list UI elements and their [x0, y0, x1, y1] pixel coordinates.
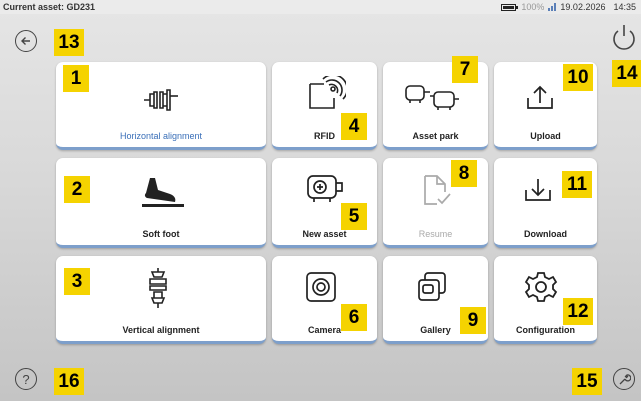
status-bar: Current asset: GD231 100% 19.02.2026 14:…: [0, 0, 641, 14]
rfid-icon: [309, 76, 346, 109]
badge-13: 13: [54, 29, 84, 56]
back-arrow-icon: [21, 37, 30, 45]
badge-14: 14: [612, 60, 641, 87]
tile-label: Resume: [418, 229, 453, 239]
current-asset-label: Current asset: GD231: [3, 2, 96, 12]
tile-label: Asset park: [412, 131, 459, 141]
download-icon: [525, 179, 551, 201]
date-label: 19.02.2026: [560, 2, 606, 12]
camera-icon: [306, 272, 336, 302]
badge-1: 1: [63, 65, 89, 92]
time-label: 14:35: [613, 2, 636, 12]
badge-16: 16: [54, 368, 84, 395]
new-asset-icon: [307, 175, 343, 202]
help-icon: ?: [22, 371, 30, 387]
badge-11: 11: [562, 171, 592, 198]
tile-label: Upload: [530, 131, 561, 141]
back-button[interactable]: [15, 30, 37, 52]
battery-icon: [501, 3, 519, 11]
tools-button[interactable]: [613, 368, 635, 390]
badge-15: 15: [572, 368, 602, 395]
tile-label: Download: [524, 229, 567, 239]
vertical-alignment-icon: [149, 268, 167, 308]
tile-soft-foot[interactable]: Soft foot: [56, 158, 266, 248]
tile-label: Horizontal alignment: [119, 131, 203, 141]
signal-icon: [548, 3, 557, 11]
badge-4: 4: [341, 113, 367, 140]
badge-8: 8: [451, 160, 477, 187]
status-indicators: 100% 19.02.2026 14:35: [501, 2, 636, 12]
badge-5: 5: [341, 203, 367, 230]
gallery-icon: [418, 272, 446, 301]
gear-icon: [524, 272, 558, 302]
badge-12: 12: [563, 298, 593, 325]
upload-icon: [527, 85, 553, 109]
main-menu-screen: Current asset: GD231 100% 19.02.2026 14:…: [0, 0, 641, 401]
badge-7: 7: [452, 56, 478, 83]
battery-level: 100%: [521, 2, 545, 12]
tile-label: Vertical alignment: [122, 325, 200, 335]
tile-label: Configuration: [516, 325, 575, 335]
badge-2: 2: [64, 176, 90, 203]
badge-6: 6: [341, 304, 367, 331]
resume-icon: [424, 175, 451, 205]
help-button[interactable]: ?: [15, 368, 37, 390]
wrench-icon: [619, 373, 631, 384]
horizontal-alignment-icon: [144, 89, 178, 111]
tile-label: New asset: [302, 229, 347, 239]
badge-9: 9: [460, 307, 486, 334]
badge-10: 10: [563, 64, 593, 91]
badge-3: 3: [64, 268, 90, 295]
asset-park-icon: [405, 85, 459, 110]
power-button[interactable]: [610, 22, 638, 52]
tile-label: Soft foot: [142, 229, 180, 239]
soft-foot-icon: [142, 178, 184, 207]
